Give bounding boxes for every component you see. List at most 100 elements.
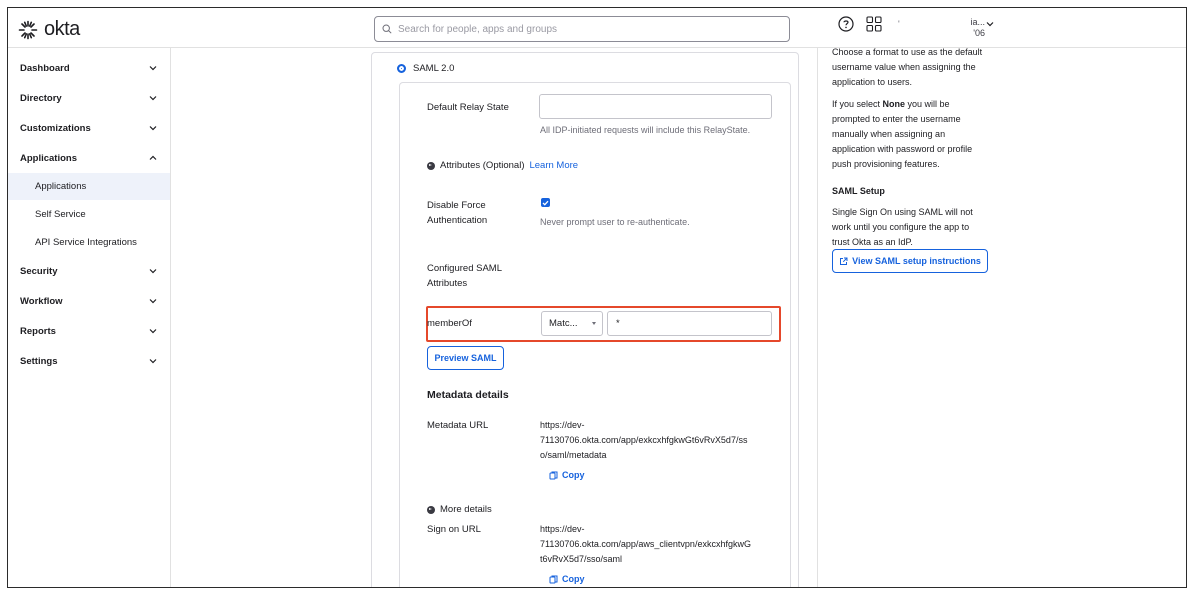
- chevron-down-icon[interactable]: [986, 21, 994, 27]
- copy-metadata-url-button[interactable]: Copy: [549, 470, 585, 480]
- preview-saml-button[interactable]: Preview SAML: [427, 346, 504, 370]
- sidebar-subitem-api-service-integrations[interactable]: API Service Integrations: [8, 229, 170, 256]
- help-line: manually when assigning an: [832, 129, 946, 139]
- help-line: Single Sign On using SAML will not: [832, 207, 973, 217]
- relay-state-input[interactable]: [539, 94, 772, 119]
- chevron-down-icon: [149, 126, 157, 131]
- help-line: application with password or profile: [832, 144, 973, 154]
- sign-on-url-line2: 71130706.okta.com/app/aws_clientvpn/exkc…: [540, 539, 751, 549]
- sidebar-item-label: Directory: [20, 92, 62, 104]
- chevron-down-icon: [149, 329, 157, 334]
- sidebar-item-directory[interactable]: Directory: [8, 84, 170, 112]
- help-text: If you select: [832, 99, 883, 109]
- disable-force-label: Disable Force Authentication: [427, 198, 487, 228]
- sidebar-item-label: Reports: [20, 325, 56, 337]
- sign-on-url-value: https://dev- 71130706.okta.com/app/aws_c…: [540, 522, 751, 567]
- logo-text: okta: [44, 18, 80, 40]
- help-line: work until you configure the app to: [832, 222, 970, 232]
- copy-label: Copy: [562, 574, 585, 584]
- chevron-down-icon: [149, 96, 157, 101]
- user-name: ia...: [970, 17, 985, 27]
- sidebar-subitem-label: Self Service: [35, 209, 86, 220]
- metadata-url-label: Metadata URL: [427, 420, 489, 431]
- attribute-name: memberOf: [427, 318, 472, 329]
- view-saml-setup-label: View SAML setup instructions: [852, 256, 981, 266]
- help-line: trust Okta as an IdP.: [832, 237, 913, 247]
- help-paragraph-none: If you select None you will be prompted …: [832, 97, 992, 172]
- sidebar-item-settings[interactable]: Settings: [8, 347, 170, 375]
- user-tick: ': [898, 19, 900, 29]
- chevron-down-icon: [149, 269, 157, 274]
- disable-force-label-line1: Disable Force: [427, 200, 486, 211]
- app-grid-icon[interactable]: [866, 16, 882, 32]
- copy-icon: [549, 575, 558, 583]
- attribute-match-select[interactable]: Matc...: [541, 311, 603, 336]
- help-paragraph-saml: Single Sign On using SAML will not work …: [832, 205, 992, 250]
- saml-radio-option[interactable]: SAML 2.0: [397, 63, 454, 74]
- external-link-icon: [840, 257, 848, 265]
- metadata-details-heading: Metadata details: [427, 389, 509, 401]
- disable-force-help: Never prompt user to re-authenticate.: [540, 217, 690, 227]
- sidebar-item-security[interactable]: Security: [8, 257, 170, 285]
- sidebar-subitem-self-service[interactable]: Self Service: [8, 201, 170, 228]
- relay-state-help: All IDP-initiated requests will include …: [540, 125, 751, 135]
- header-icons: ': [838, 16, 900, 32]
- copy-label: Copy: [562, 470, 585, 480]
- sidebar-item-label: Dashboard: [20, 62, 70, 74]
- user-menu[interactable]: ia... '06: [945, 17, 985, 39]
- help-line: Choose a format to use as the default: [832, 47, 983, 57]
- chevron-down-icon: [149, 359, 157, 364]
- copy-icon: [549, 471, 558, 479]
- sidebar-item-customizations[interactable]: Customizations: [8, 114, 170, 142]
- chevron-right-icon: [427, 161, 435, 170]
- metadata-url-line2: 71130706.okta.com/app/exkcxhfgkwGt6vRvX5…: [540, 435, 748, 445]
- sidebar-item-applications[interactable]: Applications: [8, 144, 170, 172]
- chevron-down-icon: [149, 66, 157, 71]
- okta-sunburst-icon: [18, 20, 38, 39]
- configured-saml-label-line2: Attributes: [427, 278, 468, 289]
- attributes-optional-toggle[interactable]: Attributes (Optional) Learn More: [427, 160, 578, 171]
- relay-state-label: Default Relay State: [427, 102, 509, 113]
- sidebar-subitem-label: API Service Integrations: [35, 237, 137, 248]
- okta-logo[interactable]: okta: [18, 18, 80, 41]
- radio-selected-icon[interactable]: [397, 64, 406, 73]
- search-input[interactable]: [398, 23, 778, 35]
- help-line: If you select None you will be: [832, 97, 992, 112]
- copy-sign-on-url-button[interactable]: Copy: [549, 574, 585, 584]
- chevron-right-icon: [427, 505, 435, 514]
- help-line: application to users.: [832, 77, 913, 87]
- metadata-url-value: https://dev- 71130706.okta.com/app/exkcx…: [540, 418, 747, 463]
- view-saml-setup-button[interactable]: View SAML setup instructions: [832, 249, 988, 273]
- sign-on-url-line1: https://dev-: [540, 524, 585, 534]
- saml-option-label: SAML 2.0: [413, 63, 455, 74]
- checkmark-icon: [542, 200, 549, 206]
- disable-force-label-line2: Authentication: [427, 215, 488, 226]
- learn-more-link[interactable]: Learn More: [529, 160, 578, 171]
- configured-saml-label: Configured SAML Attributes: [427, 261, 502, 291]
- caret-down-icon: [592, 322, 596, 325]
- disable-force-checkbox[interactable]: [541, 198, 550, 207]
- sidebar-item-reports[interactable]: Reports: [8, 317, 170, 345]
- more-details-label: More details: [440, 504, 492, 515]
- sidebar-item-workflow[interactable]: Workflow: [8, 287, 170, 315]
- search-icon: [382, 24, 392, 34]
- configured-saml-label-line1: Configured SAML: [427, 263, 502, 274]
- help-text: you will be: [905, 99, 950, 109]
- top-bar: okta ' ia... '06: [8, 8, 1186, 48]
- sign-on-url-line3: t6vRvX5d7/sso/saml: [540, 554, 623, 564]
- sidebar-item-dashboard[interactable]: Dashboard: [8, 54, 170, 82]
- attribute-value-input[interactable]: [607, 311, 772, 336]
- more-details-toggle[interactable]: More details: [427, 504, 492, 515]
- help-bold-text: None: [882, 99, 906, 109]
- help-line: push provisioning features.: [832, 159, 940, 169]
- attribute-match-value: Matc...: [549, 318, 578, 329]
- global-search[interactable]: [374, 16, 790, 42]
- sidebar-subitem-applications[interactable]: Applications: [8, 173, 170, 200]
- metadata-url-line1: https://dev-: [540, 420, 585, 430]
- help-icon[interactable]: [838, 16, 854, 32]
- sidebar-item-label: Applications: [20, 152, 78, 164]
- sidebar-item-label: Workflow: [20, 295, 63, 307]
- sidebar-item-label: Customizations: [20, 122, 91, 134]
- help-paragraph-username: Choose a format to use as the default us…: [832, 45, 992, 90]
- saml-setup-title: SAML Setup: [832, 186, 885, 196]
